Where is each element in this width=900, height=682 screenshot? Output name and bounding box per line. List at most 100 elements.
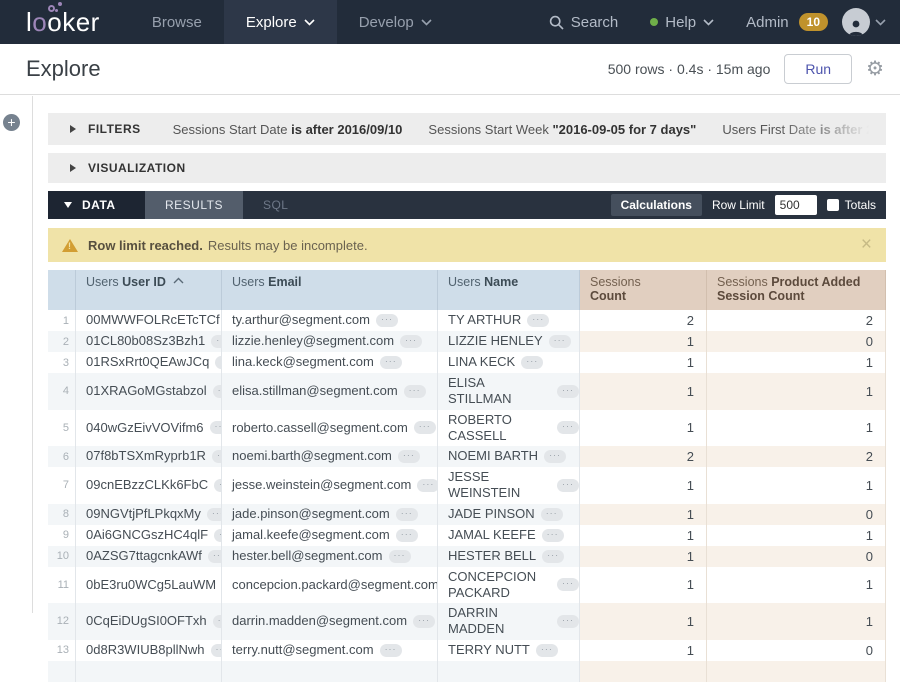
run-button[interactable]: Run: [784, 54, 852, 84]
cell-menu-icon[interactable]: ···: [542, 550, 564, 563]
cell-product-added[interactable]: 1: [707, 567, 886, 604]
cell-count[interactable]: 1: [580, 467, 707, 504]
cell-product-added[interactable]: 2: [707, 310, 886, 331]
cell-value[interactable]: 09cnEBzzCLKk6FbC: [86, 475, 208, 495]
cell-menu-icon[interactable]: ···: [380, 356, 402, 369]
cell-value[interactable]: DARRIN MADDEN: [448, 603, 551, 640]
cell-product-added[interactable]: 1: [707, 352, 886, 373]
expand-arrow-icon[interactable]: [70, 125, 76, 133]
cell-value[interactable]: jade.pinson@segment.com: [232, 504, 390, 524]
cell-value[interactable]: lina.keck@segment.com: [232, 352, 374, 372]
cell-count[interactable]: 1: [580, 567, 707, 604]
cell-value[interactable]: TY ARTHUR: [448, 310, 521, 330]
row-limit-input[interactable]: [775, 195, 817, 215]
cell-value[interactable]: 0AZSG7ttagcnkAWf: [86, 546, 202, 566]
cell-count[interactable]: 1: [580, 525, 707, 546]
cell-value[interactable]: jesse.weinstein@segment.com: [232, 475, 411, 495]
cell-menu-icon[interactable]: ···: [557, 479, 579, 492]
cell-menu-icon[interactable]: ···: [549, 335, 571, 348]
cell-menu-icon[interactable]: ···: [400, 335, 422, 348]
cell-value[interactable]: JESSE WEINSTEIN: [448, 467, 551, 504]
cell-menu-icon[interactable]: ···: [544, 450, 566, 463]
expand-arrow-icon[interactable]: [70, 164, 76, 172]
cell-value[interactable]: concepcion.packard@segment.com: [232, 575, 438, 595]
cell-menu-icon[interactable]: ···: [210, 421, 222, 434]
filters-panel-bar[interactable]: FILTERS Sessions Start Date is after 201…: [48, 113, 886, 145]
chevron-down-icon[interactable]: [875, 19, 886, 26]
cell-value[interactable]: LIZZIE HENLEY: [448, 331, 543, 351]
cell-value[interactable]: ELISA STILLMAN: [448, 373, 551, 410]
looker-logo[interactable]: looker: [0, 0, 130, 44]
cell-menu-icon[interactable]: ···: [380, 644, 402, 657]
cell-menu-icon[interactable]: ···: [521, 356, 543, 369]
cell-value[interactable]: 0d8R3WIUB8pllNwh: [86, 640, 205, 660]
add-button[interactable]: +: [3, 114, 20, 131]
cell-menu-icon[interactable]: ···: [208, 550, 222, 563]
column-header-email[interactable]: Users Email: [222, 270, 438, 310]
nav-search[interactable]: Search: [533, 14, 635, 31]
cell-product-added[interactable]: 0: [707, 640, 886, 661]
cell-count[interactable]: 1: [580, 352, 707, 373]
cell-count[interactable]: 1: [580, 410, 707, 447]
cell-product-added[interactable]: 0: [707, 504, 886, 525]
cell-count[interactable]: 2: [580, 446, 707, 467]
close-icon[interactable]: ×: [861, 234, 886, 256]
cell-menu-icon[interactable]: ···: [398, 450, 420, 463]
cell-product-added[interactable]: 0: [707, 546, 886, 567]
avatar[interactable]: [842, 8, 870, 36]
cell-menu-icon[interactable]: ···: [389, 550, 411, 563]
cell-menu-icon[interactable]: ···: [557, 421, 579, 434]
cell-count[interactable]: 1: [580, 546, 707, 567]
cell-menu-icon[interactable]: ···: [417, 479, 438, 492]
column-header-user-id[interactable]: Users User ID: [76, 270, 222, 310]
cell-count[interactable]: 1: [580, 640, 707, 661]
nav-help[interactable]: Help: [634, 14, 730, 31]
cell-menu-icon[interactable]: ···: [557, 385, 579, 398]
cell-value[interactable]: 0Ai6GNCGszHC4qlF: [86, 525, 208, 545]
cell-product-added[interactable]: 2: [707, 446, 886, 467]
cell-value[interactable]: TERRY NUTT: [448, 640, 530, 660]
cell-product-added[interactable]: 1: [707, 410, 886, 447]
cell-value[interactable]: jamal.keefe@segment.com: [232, 525, 390, 545]
cell-value[interactable]: ty.arthur@segment.com: [232, 310, 370, 330]
cell-menu-icon[interactable]: ···: [536, 644, 558, 657]
cell-menu-icon[interactable]: ···: [213, 615, 222, 628]
cell-menu-icon[interactable]: ···: [214, 529, 222, 542]
nav-item-browse[interactable]: Browse: [130, 0, 224, 44]
cell-menu-icon[interactable]: ···: [541, 508, 563, 521]
cell-value[interactable]: 0CqEiDUgSI0OFTxh: [86, 611, 207, 631]
data-section-toggle[interactable]: DATA: [48, 191, 145, 219]
cell-menu-icon[interactable]: ···: [212, 450, 222, 463]
cell-value[interactable]: darrin.madden@segment.com: [232, 611, 407, 631]
cell-value[interactable]: 01RSxRrt0QEAwJCq: [86, 352, 209, 372]
filter-item[interactable]: Sessions Start Week "2016-09-05 for 7 da…: [428, 122, 696, 137]
cell-count[interactable]: 1: [580, 504, 707, 525]
totals-checkbox[interactable]: [827, 199, 839, 211]
cell-value[interactable]: hester.bell@segment.com: [232, 546, 383, 566]
cell-menu-icon[interactable]: ···: [214, 479, 222, 492]
cell-menu-icon[interactable]: ···: [207, 508, 222, 521]
cell-value[interactable]: 01XRAGoMGstabzol: [86, 381, 207, 401]
cell-count[interactable]: 1: [580, 603, 707, 640]
cell-menu-icon[interactable]: ···: [527, 314, 549, 327]
cell-value[interactable]: 01CL80b08Sz3Bzh1: [86, 331, 205, 351]
column-header-product-added[interactable]: Sessions Product Added Session Count: [707, 270, 886, 310]
cell-menu-icon[interactable]: ···: [211, 644, 223, 657]
cell-value[interactable]: 09NGVtjPfLPkqxMy: [86, 504, 201, 524]
cell-value[interactable]: terry.nutt@segment.com: [232, 640, 374, 660]
cell-product-added[interactable]: 1: [707, 603, 886, 640]
cell-value[interactable]: 040wGzEivVOVifm6: [86, 418, 204, 438]
cell-value[interactable]: JADE PINSON: [448, 504, 535, 524]
cell-menu-icon[interactable]: ···: [557, 578, 579, 591]
cell-value[interactable]: ROBERTO CASSELL: [448, 410, 551, 447]
cell-menu-icon[interactable]: ···: [213, 385, 222, 398]
cell-product-added[interactable]: 1: [707, 467, 886, 504]
cell-value[interactable]: CONCEPCION PACKARD: [448, 567, 551, 604]
cell-menu-icon[interactable]: ···: [557, 615, 579, 628]
cell-value[interactable]: noemi.barth@segment.com: [232, 446, 392, 466]
calculations-button[interactable]: Calculations: [611, 194, 702, 216]
cell-value[interactable]: lizzie.henley@segment.com: [232, 331, 394, 351]
cell-menu-icon[interactable]: ···: [215, 356, 222, 369]
cell-menu-icon[interactable]: ···: [404, 385, 426, 398]
nav-admin[interactable]: Admin: [730, 14, 805, 31]
